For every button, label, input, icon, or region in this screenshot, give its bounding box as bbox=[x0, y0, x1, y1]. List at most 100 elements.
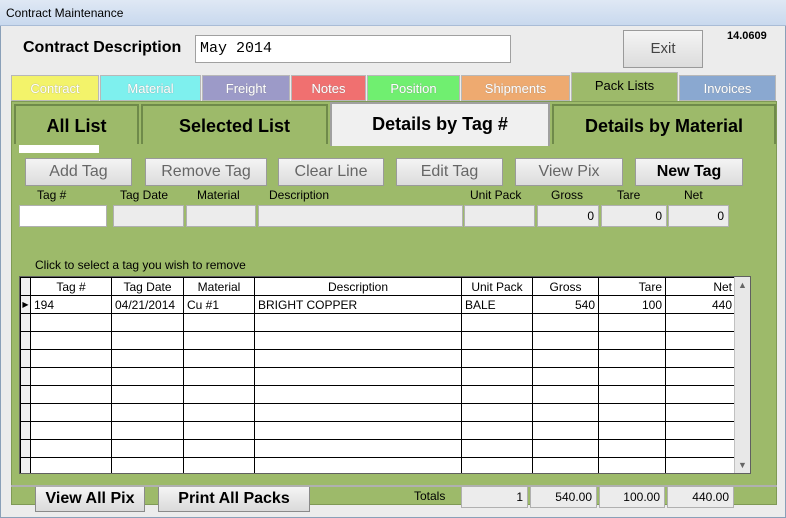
grid-cell[interactable] bbox=[461, 313, 533, 332]
grid-cell[interactable] bbox=[532, 313, 599, 332]
grid-cell[interactable] bbox=[30, 385, 112, 404]
cell-gross[interactable]: 540 bbox=[532, 295, 599, 314]
tare-input[interactable]: 0 bbox=[601, 205, 667, 227]
grid-cell[interactable] bbox=[254, 439, 462, 458]
print-all-packs-button[interactable]: Print All Packs bbox=[158, 485, 310, 512]
grid-cell[interactable] bbox=[111, 457, 184, 473]
grid-cell[interactable] bbox=[30, 313, 112, 332]
grid-cell[interactable] bbox=[598, 457, 666, 473]
grid-cell[interactable] bbox=[183, 367, 255, 386]
grid-cell[interactable] bbox=[30, 421, 112, 440]
grid-cell[interactable] bbox=[461, 331, 533, 350]
grid-cell[interactable] bbox=[665, 439, 736, 458]
subtab-all-list[interactable]: All List bbox=[14, 104, 139, 144]
table-row[interactable] bbox=[20, 385, 736, 404]
grid-cell[interactable] bbox=[598, 367, 666, 386]
grid-scrollbar[interactable]: ▲ ▼ bbox=[734, 277, 750, 473]
grid-cell[interactable] bbox=[532, 385, 599, 404]
grid-cell[interactable] bbox=[183, 457, 255, 473]
grid-cell[interactable] bbox=[30, 439, 112, 458]
cell-description[interactable]: BRIGHT COPPER bbox=[254, 295, 462, 314]
grid-cell[interactable] bbox=[461, 439, 533, 458]
grid-cell[interactable] bbox=[461, 421, 533, 440]
col-header-material[interactable]: Material bbox=[183, 277, 255, 296]
view-pix-button[interactable]: View Pix bbox=[515, 158, 623, 186]
unit-pack-input[interactable] bbox=[464, 205, 535, 227]
grid-cell[interactable] bbox=[532, 331, 599, 350]
grid-cell[interactable] bbox=[111, 367, 184, 386]
grid-cell[interactable] bbox=[254, 403, 462, 422]
grid-cell[interactable] bbox=[598, 385, 666, 404]
grid-cell[interactable] bbox=[30, 367, 112, 386]
grid-cell[interactable] bbox=[665, 403, 736, 422]
col-header-net[interactable]: Net bbox=[665, 277, 736, 296]
col-header-unit-pack[interactable]: Unit Pack bbox=[461, 277, 533, 296]
grid-cell[interactable] bbox=[532, 367, 599, 386]
grid-cell[interactable] bbox=[30, 403, 112, 422]
table-row[interactable] bbox=[20, 421, 736, 440]
description-input[interactable] bbox=[258, 205, 463, 227]
grid-cell[interactable] bbox=[254, 313, 462, 332]
grid-cell[interactable] bbox=[665, 331, 736, 350]
grid-cell[interactable] bbox=[183, 439, 255, 458]
grid-cell[interactable] bbox=[532, 349, 599, 368]
material-input[interactable] bbox=[186, 205, 256, 227]
grid-cell[interactable] bbox=[111, 385, 184, 404]
grid-cell[interactable] bbox=[532, 457, 599, 473]
view-all-pix-button[interactable]: View All Pix bbox=[35, 485, 145, 512]
tab-pack-lists[interactable]: Pack Lists bbox=[571, 72, 678, 101]
grid-cell[interactable] bbox=[111, 331, 184, 350]
add-tag-button[interactable]: Add Tag bbox=[25, 158, 132, 186]
grid-cell[interactable] bbox=[30, 349, 112, 368]
grid-cell[interactable] bbox=[598, 421, 666, 440]
row-selector[interactable] bbox=[20, 457, 31, 473]
col-header-description[interactable]: Description bbox=[254, 277, 462, 296]
grid-cell[interactable] bbox=[665, 349, 736, 368]
grid-cell[interactable] bbox=[461, 367, 533, 386]
grid-cell[interactable] bbox=[461, 385, 533, 404]
grid-cell[interactable] bbox=[461, 349, 533, 368]
col-header-tare[interactable]: Tare bbox=[598, 277, 666, 296]
grid-cell[interactable] bbox=[183, 403, 255, 422]
tag-input[interactable] bbox=[19, 205, 107, 227]
row-selector[interactable] bbox=[20, 313, 31, 332]
grid-cell[interactable] bbox=[532, 403, 599, 422]
row-selector[interactable] bbox=[20, 421, 31, 440]
edit-tag-button[interactable]: Edit Tag bbox=[396, 158, 503, 186]
cell-unit-pack[interactable]: BALE bbox=[461, 295, 533, 314]
tag-date-input[interactable] bbox=[113, 205, 184, 227]
clear-line-button[interactable]: Clear Line bbox=[278, 158, 384, 186]
grid-cell[interactable] bbox=[111, 421, 184, 440]
grid-cell[interactable] bbox=[532, 439, 599, 458]
grid-cell[interactable] bbox=[254, 385, 462, 404]
contract-description-input[interactable]: May 2014 bbox=[195, 35, 511, 63]
tab-position[interactable]: Position bbox=[367, 75, 460, 101]
table-row[interactable] bbox=[20, 349, 736, 368]
tab-notes[interactable]: Notes bbox=[291, 75, 366, 101]
col-header-gross[interactable]: Gross bbox=[532, 277, 599, 296]
cell-tag[interactable]: 194 bbox=[30, 295, 112, 314]
tab-invoices[interactable]: Invoices bbox=[679, 75, 776, 101]
subtab-details-by-tag[interactable]: Details by Tag # bbox=[330, 102, 550, 146]
subtab-selected-list[interactable]: Selected List bbox=[141, 104, 328, 144]
grid-cell[interactable] bbox=[665, 385, 736, 404]
col-header-tag-date[interactable]: Tag Date bbox=[111, 277, 184, 296]
tab-material[interactable]: Material bbox=[100, 75, 201, 101]
grid-cell[interactable] bbox=[183, 421, 255, 440]
grid-cell[interactable] bbox=[665, 457, 736, 473]
row-selector[interactable] bbox=[20, 349, 31, 368]
grid-cell[interactable] bbox=[598, 439, 666, 458]
table-row[interactable] bbox=[20, 403, 736, 422]
table-row[interactable] bbox=[20, 331, 736, 350]
gross-input[interactable]: 0 bbox=[537, 205, 599, 227]
grid-cell[interactable] bbox=[111, 403, 184, 422]
table-row[interactable]: ▶ 194 04/21/2014 Cu #1 BRIGHT COPPER BAL… bbox=[20, 295, 736, 314]
row-selector[interactable] bbox=[20, 439, 31, 458]
col-header-tag[interactable]: Tag # bbox=[30, 277, 112, 296]
grid-cell[interactable] bbox=[598, 403, 666, 422]
cell-material[interactable]: Cu #1 bbox=[183, 295, 255, 314]
grid-cell[interactable] bbox=[183, 349, 255, 368]
cell-net[interactable]: 440 bbox=[665, 295, 736, 314]
grid-cell[interactable] bbox=[665, 313, 736, 332]
grid-cell[interactable] bbox=[183, 385, 255, 404]
